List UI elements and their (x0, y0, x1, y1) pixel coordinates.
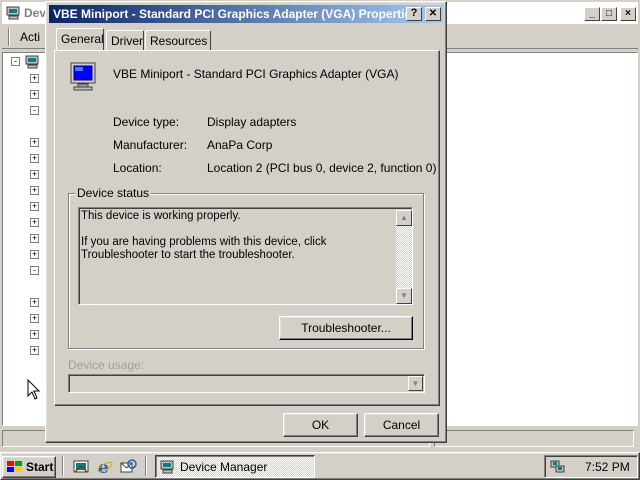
troubleshooter-button[interactable]: Troubleshooter... (279, 316, 413, 340)
tree-expander[interactable]: + (30, 346, 39, 355)
start-button[interactable]: Start (2, 456, 56, 478)
manufacturer-label: Manufacturer: (113, 138, 188, 152)
location-value: Location 2 (PCI bus 0, device 2, functio… (207, 161, 437, 175)
tree-expander[interactable]: + (30, 154, 39, 163)
status-line-1: This device is working properly. (81, 210, 241, 222)
tree-expander[interactable]: + (30, 314, 39, 323)
maximize-button[interactable]: □ (601, 7, 617, 21)
close-button[interactable]: × (620, 7, 636, 21)
computer-icon (160, 460, 174, 473)
minimize-button[interactable]: _ (584, 7, 600, 21)
computer-icon (25, 55, 39, 69)
tree-expander[interactable]: + (30, 298, 39, 307)
scroll-down-button[interactable]: ▼ (396, 288, 412, 304)
mouse-cursor-icon (27, 379, 41, 400)
dialog-title: VBE Miniport - Standard PCI Graphics Ada… (53, 7, 418, 21)
tree-expander[interactable]: + (30, 138, 39, 147)
clock[interactable]: 7:52 PM (585, 460, 630, 474)
start-label: Start (26, 460, 54, 474)
device-usage-label: Device usage: (68, 358, 145, 372)
taskbar-separator (62, 456, 64, 476)
help-button[interactable]: ? (406, 7, 422, 21)
manufacturer-value: AnaPa Corp (207, 138, 273, 152)
scroll-up-button[interactable]: ▲ (396, 210, 412, 226)
toolbar-grip (8, 28, 10, 46)
device-manager-title: Dev (24, 6, 47, 20)
tree-expander[interactable]: + (30, 186, 39, 195)
task-label: Device Manager (180, 459, 268, 474)
task-device-manager[interactable]: Device Manager (155, 455, 315, 478)
tree-expander[interactable]: + (30, 74, 39, 83)
network-icon[interactable] (549, 459, 567, 475)
status-line-2: If you are having problems with this dev… (81, 236, 327, 261)
chevron-down-icon[interactable]: ▼ (408, 376, 423, 391)
device-type-label: Device type: (113, 115, 180, 129)
tab-general[interactable]: General (56, 28, 104, 50)
internet-explorer-icon[interactable]: e (96, 458, 114, 476)
tree-expander[interactable]: - (30, 106, 39, 115)
status-pane (434, 430, 634, 447)
dialog-title-bar[interactable]: VBE Miniport - Standard PCI Graphics Ada… (49, 5, 443, 23)
device-type-value: Display adapters (207, 115, 297, 129)
tree-expander[interactable]: + (30, 218, 39, 227)
system-tray: 7:52 PM (544, 455, 638, 478)
tree-expander[interactable]: + (30, 234, 39, 243)
windows-logo-icon (7, 461, 22, 472)
outlook-express-icon[interactable] (119, 458, 137, 476)
device-status-label: Device status (75, 186, 152, 200)
cancel-button[interactable]: Cancel (364, 413, 439, 437)
tree-expander[interactable]: - (30, 266, 39, 275)
device-status-text: This device is working properly. If you … (81, 210, 397, 262)
action-menu[interactable]: Acti (20, 30, 40, 44)
device-usage-dropdown[interactable]: ▼ (68, 374, 425, 393)
tree-expander[interactable]: + (30, 330, 39, 339)
tree-expander[interactable]: + (30, 90, 39, 99)
tree-expander[interactable]: + (30, 202, 39, 211)
ok-button[interactable]: OK (283, 413, 358, 437)
display-adapter-icon (70, 62, 96, 91)
location-label: Location: (113, 161, 162, 175)
show-desktop-icon[interactable] (72, 458, 90, 476)
tab-strip: General Driver Resources (56, 28, 356, 52)
scrollbar-track[interactable] (396, 226, 412, 288)
tab-driver[interactable]: Driver (106, 30, 144, 50)
close-button[interactable]: ✕ (425, 7, 441, 21)
tree-expander[interactable]: + (30, 170, 39, 179)
taskbar-separator (145, 456, 147, 476)
tab-resources[interactable]: Resources (145, 30, 211, 50)
tree-expander-root[interactable]: - (11, 57, 20, 66)
device-name: VBE Miniport - Standard PCI Graphics Ada… (113, 67, 399, 81)
computer-icon (6, 6, 20, 20)
tree-expander[interactable]: + (30, 250, 39, 259)
